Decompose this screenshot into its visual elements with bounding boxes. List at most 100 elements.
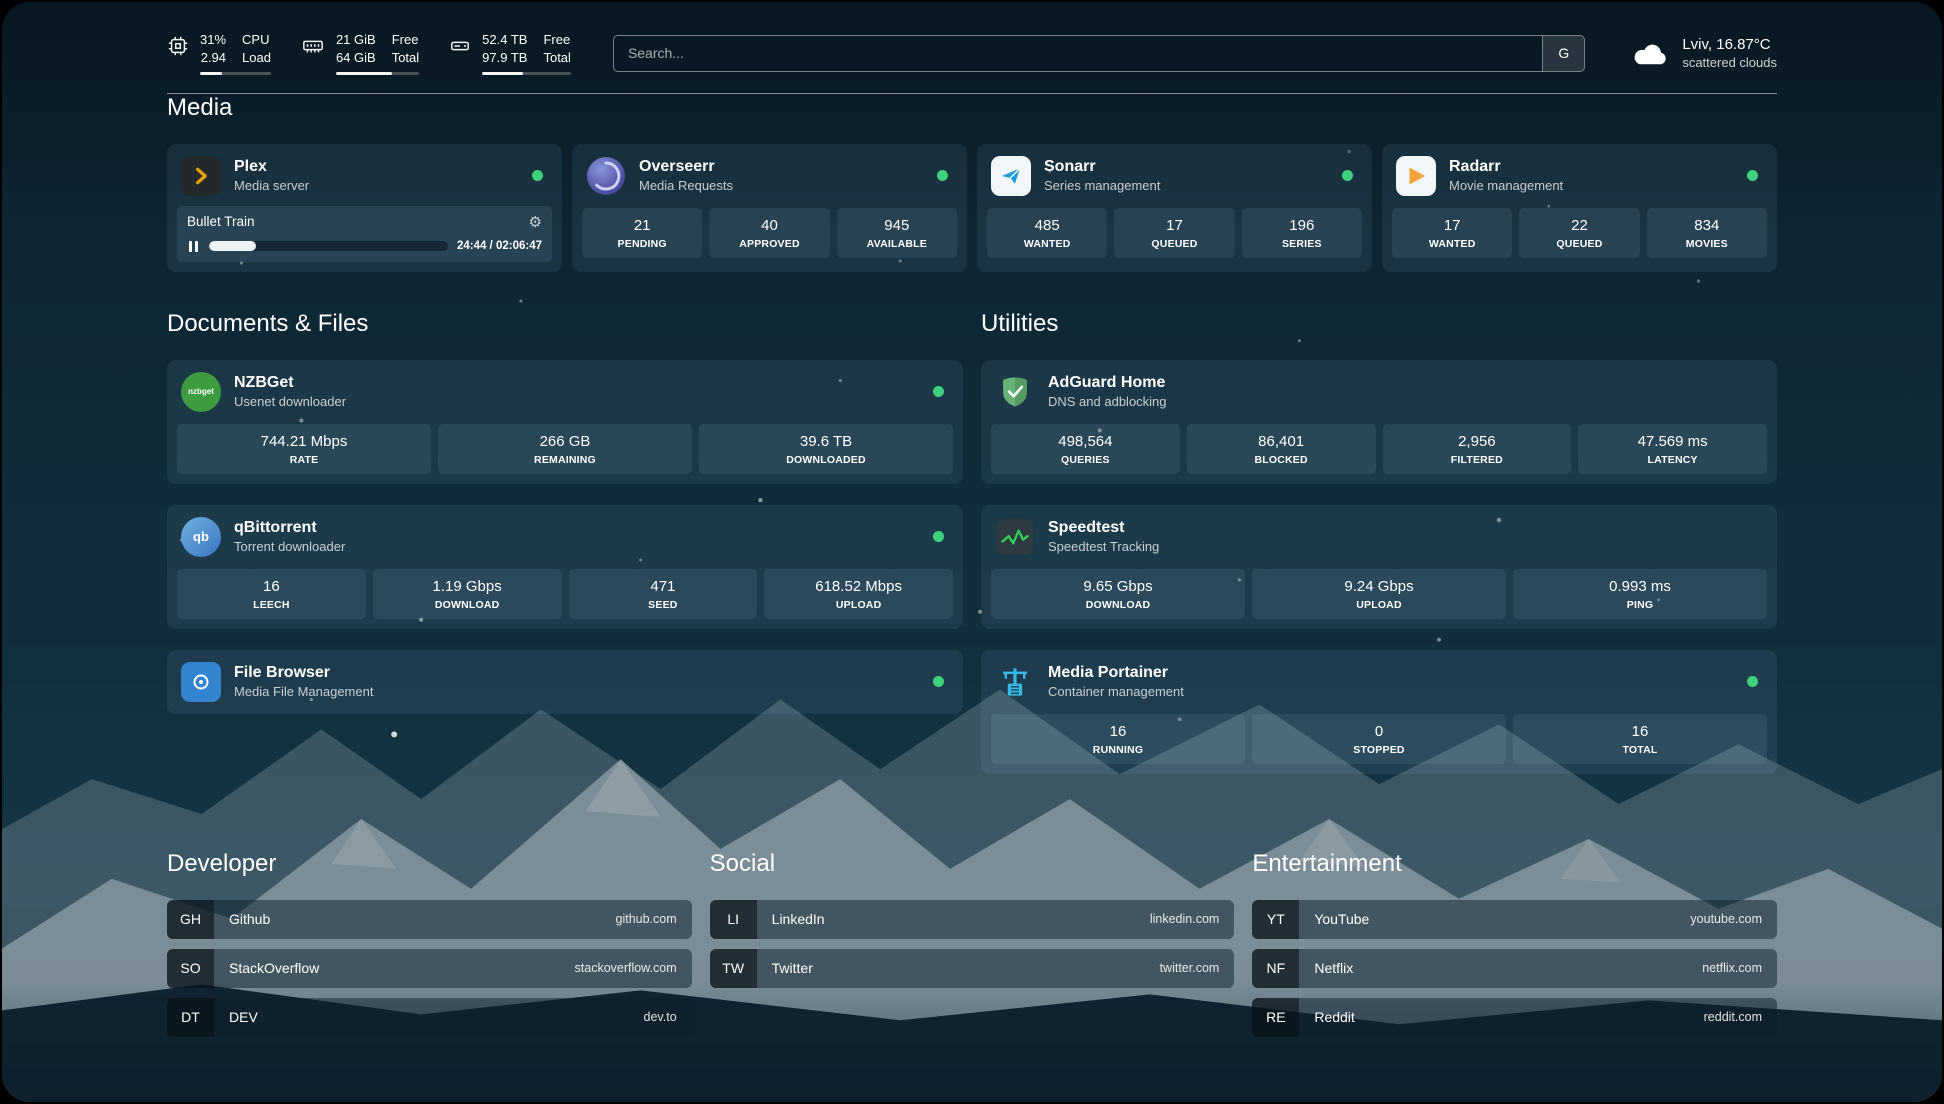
stat-approved: 40 APPROVED — [709, 208, 829, 258]
plex-icon — [181, 156, 221, 196]
service-card-filebrowser[interactable]: File Browser Media File Management — [167, 650, 963, 714]
bookmark-url: reddit.com — [1704, 1010, 1762, 1024]
stat-series: 196 SERIES — [1242, 208, 1362, 258]
stat-rate: 744.21 Mbps RATE — [177, 424, 431, 474]
section-title-social: Social — [710, 850, 1235, 878]
search-provider-button[interactable]: G — [1542, 36, 1584, 71]
bookmark-twitter[interactable]: TW Twitter twitter.com — [710, 949, 1235, 988]
stat-filtered: 2,956 FILTERED — [1383, 424, 1572, 474]
bookmark-abbr: DT — [167, 998, 214, 1037]
service-card-radarr[interactable]: Radarr Movie management 17 WANTED 22 QUE… — [1382, 144, 1777, 272]
stat-download: 9.65 Gbps DOWNLOAD — [991, 569, 1245, 619]
bookmark-reddit[interactable]: RE Reddit reddit.com — [1252, 998, 1777, 1037]
service-subtitle: Media server — [234, 178, 309, 193]
service-name: Plex — [234, 158, 309, 176]
bookmark-url: twitter.com — [1160, 961, 1220, 975]
cpu-icon — [167, 35, 189, 57]
service-subtitle: Usenet downloader — [234, 394, 346, 409]
playback-time: 24:44 / 02:06:47 — [457, 240, 542, 252]
service-card-portainer[interactable]: Media Portainer Container management 16 … — [981, 650, 1777, 774]
service-name: Speedtest — [1048, 519, 1159, 537]
section-title-media: Media — [167, 94, 1777, 122]
disk-icon — [449, 35, 471, 57]
gear-icon[interactable]: ⚙ — [529, 213, 542, 231]
service-card-speedtest[interactable]: Speedtest Speedtest Tracking 9.65 Gbps D… — [981, 505, 1777, 629]
section-title-developer: Developer — [167, 850, 692, 878]
playback-progress-bar[interactable] — [209, 241, 448, 251]
bookmark-abbr: GH — [167, 900, 214, 939]
utilities-column: Utilities AdGuard Home DNS and adblockin… — [981, 310, 1777, 774]
service-card-sonarr[interactable]: Sonarr Series management 485 WANTED 17 Q… — [977, 144, 1372, 272]
bookmark-netflix[interactable]: NF Netflix netflix.com — [1252, 949, 1777, 988]
service-subtitle: Media File Management — [234, 684, 373, 699]
bookmark-url: linkedin.com — [1150, 912, 1219, 926]
service-name: Overseerr — [639, 158, 733, 176]
status-dot — [933, 386, 944, 397]
stat-leech: 16 LEECH — [177, 569, 366, 619]
memory-free-label: Free — [392, 32, 419, 49]
stat-wanted: 17 WANTED — [1392, 208, 1512, 258]
service-subtitle: DNS and adblocking — [1048, 394, 1167, 409]
stat-upload: 9.24 Gbps UPLOAD — [1252, 569, 1506, 619]
service-name: Radarr — [1449, 158, 1563, 176]
documents-column: Documents & Files nzbget NZBGet Usenet d… — [167, 310, 963, 774]
stat-queries: 498,564 QUERIES — [991, 424, 1180, 474]
service-card-nzbget[interactable]: nzbget NZBGet Usenet downloader 744.21 M… — [167, 360, 963, 484]
stat-download: 1.19 Gbps DOWNLOAD — [373, 569, 562, 619]
dashboard-window: 31% CPU 2.94 Load 21 GiB — [2, 2, 1942, 1102]
bookmark-name: DEV — [229, 1009, 258, 1025]
cpu-load-value: 2.94 — [200, 50, 226, 67]
service-name: Sonarr — [1044, 158, 1160, 176]
stat-queued: 17 QUEUED — [1114, 208, 1234, 258]
stat-total: 16 TOTAL — [1513, 714, 1767, 764]
nzbget-icon: nzbget — [181, 372, 221, 412]
memory-total-label: Total — [392, 50, 419, 67]
speedtest-icon — [995, 517, 1035, 557]
weather-location-temp: Lviv, 16.87°C — [1682, 36, 1777, 53]
weather-condition: scattered clouds — [1682, 55, 1777, 70]
bookmark-group-social: Social LI LinkedIn linkedin.com TW Twitt… — [710, 850, 1235, 1047]
stat-running: 16 RUNNING — [991, 714, 1245, 764]
bookmark-name: Reddit — [1314, 1009, 1354, 1025]
bookmark-name: StackOverflow — [229, 960, 319, 976]
bookmark-abbr: LI — [710, 900, 757, 939]
service-card-plex[interactable]: Plex Media server Bullet Train ⚙ 24:44 /… — [167, 144, 562, 272]
plex-now-playing-widget: Bullet Train ⚙ 24:44 / 02:06:47 — [177, 206, 552, 262]
cpu-load-label: Load — [242, 50, 271, 67]
stat-seed: 471 SEED — [569, 569, 758, 619]
status-dot — [933, 531, 944, 542]
status-dot — [1747, 170, 1758, 181]
stat-stopped: 0 STOPPED — [1252, 714, 1506, 764]
service-subtitle: Movie management — [1449, 178, 1563, 193]
bookmark-group-entertainment: Entertainment YT YouTube youtube.com NF … — [1252, 850, 1777, 1047]
cpu-usage-value: 31% — [200, 32, 226, 49]
cloud-icon — [1631, 39, 1669, 68]
bookmark-youtube[interactable]: YT YouTube youtube.com — [1252, 900, 1777, 939]
search-bar: G — [613, 35, 1585, 72]
search-input[interactable] — [614, 36, 1542, 71]
bookmark-abbr: YT — [1252, 900, 1299, 939]
service-card-qbittorrent[interactable]: qb qBittorrent Torrent downloader 16 LEE… — [167, 505, 963, 629]
status-dot — [1747, 676, 1758, 687]
weather-widget[interactable]: Lviv, 16.87°C scattered clouds — [1631, 36, 1777, 70]
bookmark-url: github.com — [616, 912, 677, 926]
disk-free-value: 52.4 TB — [482, 32, 527, 49]
service-name: Media Portainer — [1048, 664, 1184, 682]
service-subtitle: Torrent downloader — [234, 539, 345, 554]
status-dot — [532, 170, 543, 181]
status-bar: 31% CPU 2.94 Load 21 GiB — [167, 32, 1777, 75]
service-card-adguard[interactable]: AdGuard Home DNS and adblocking 498,564 … — [981, 360, 1777, 484]
bookmark-name: Github — [229, 911, 270, 927]
stat-queued: 22 QUEUED — [1519, 208, 1639, 258]
bookmark-stackoverflow[interactable]: SO StackOverflow stackoverflow.com — [167, 949, 692, 988]
service-card-overseerr[interactable]: Overseerr Media Requests 21 PENDING 40 A… — [572, 144, 967, 272]
bookmark-dev[interactable]: DT DEV dev.to — [167, 998, 692, 1037]
status-dot — [937, 170, 948, 181]
bookmark-abbr: TW — [710, 949, 757, 988]
pause-button[interactable] — [187, 239, 200, 254]
portainer-icon — [995, 662, 1035, 702]
bookmark-github[interactable]: GH Github github.com — [167, 900, 692, 939]
service-name: AdGuard Home — [1048, 374, 1167, 392]
bookmark-linkedin[interactable]: LI LinkedIn linkedin.com — [710, 900, 1235, 939]
service-name: File Browser — [234, 664, 373, 682]
